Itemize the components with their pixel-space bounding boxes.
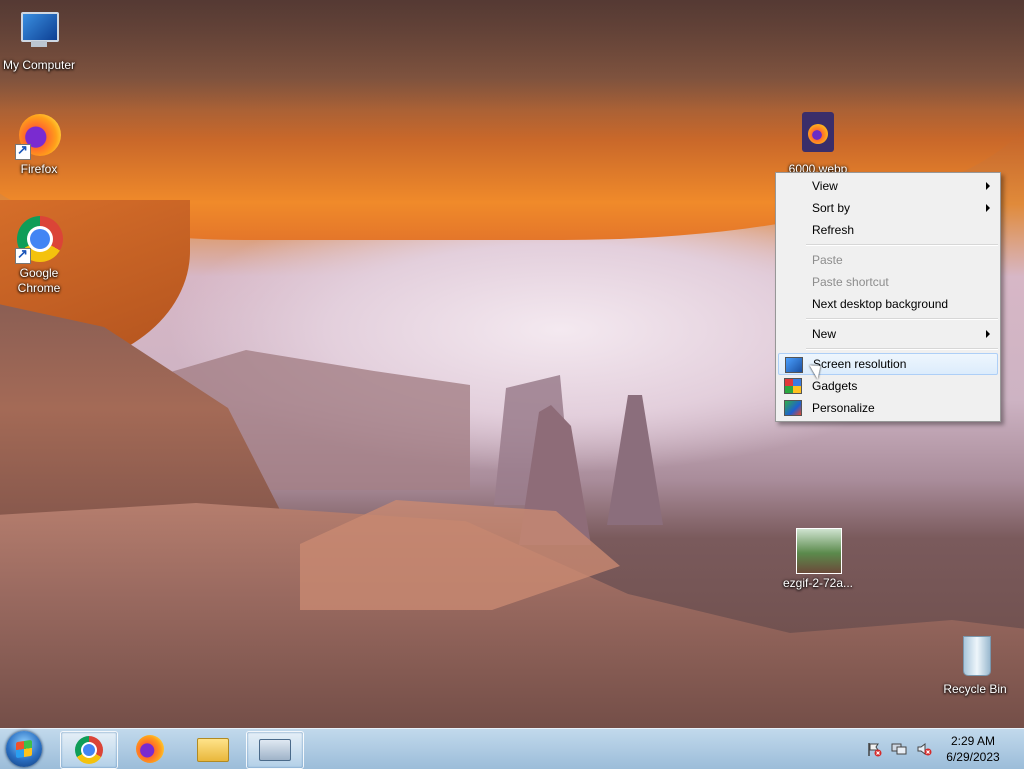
- submenu-arrow-icon: [986, 182, 990, 190]
- menu-item-paste[interactable]: Paste: [778, 249, 998, 271]
- gadgets-icon: [784, 378, 802, 394]
- chrome-icon: [75, 736, 103, 764]
- menu-separator: [806, 244, 998, 246]
- menu-separator: [806, 348, 998, 350]
- shortcut-arrow-icon: [15, 246, 31, 264]
- network-icon[interactable]: [891, 741, 907, 757]
- shortcut-arrow-icon: [15, 142, 31, 160]
- firefox-icon: [136, 735, 164, 763]
- taskbar-chrome-button[interactable]: [60, 731, 118, 769]
- taskbar-firefox-button[interactable]: [122, 731, 178, 767]
- menu-item-new[interactable]: New: [778, 323, 998, 345]
- taskbar-on-screen-keyboard-button[interactable]: [246, 731, 304, 769]
- webp-file-icon: [794, 112, 842, 160]
- menu-item-label: Gadgets: [812, 379, 858, 393]
- menu-item-sort-by[interactable]: Sort by: [778, 197, 998, 219]
- recycle-bin-icon: [951, 632, 999, 680]
- menu-item-refresh[interactable]: Refresh: [778, 219, 998, 241]
- display-icon: [785, 357, 803, 373]
- menu-item-paste-shortcut[interactable]: Paste shortcut: [778, 271, 998, 293]
- taskbar: 2:29 AM 6/29/2023: [0, 728, 1024, 769]
- action-center-flag-icon[interactable]: [866, 741, 882, 757]
- menu-item-label: Paste: [812, 253, 843, 267]
- wallpaper-butte: [607, 395, 663, 525]
- desktop-icon-my-computer[interactable]: My Computer: [0, 8, 79, 73]
- menu-item-label: Next desktop background: [812, 297, 949, 311]
- desktop-icon-label: Google Chrome: [17, 266, 61, 295]
- desktop-wallpaper[interactable]: My Computer Firefox Google Chrome 6000.w…: [0, 0, 1024, 728]
- menu-item-label: Sort by: [812, 201, 851, 215]
- clock-time: 2:29 AM: [950, 734, 996, 748]
- desktop-icon-google-chrome[interactable]: Google Chrome: [0, 216, 79, 296]
- desktop-icon-webp-file[interactable]: 6000.webp: [778, 112, 858, 177]
- desktop-icon-firefox[interactable]: Firefox: [0, 112, 79, 177]
- submenu-arrow-icon: [986, 330, 990, 338]
- folder-icon: [197, 738, 229, 762]
- desktop-icon-recycle-bin[interactable]: Recycle Bin: [935, 632, 1015, 697]
- desktop-icon-label: ezgif-2-72a...: [782, 576, 854, 590]
- menu-item-label: Screen resolution: [813, 357, 907, 371]
- menu-item-next-desktop-background[interactable]: Next desktop background: [778, 293, 998, 315]
- menu-item-label: Refresh: [812, 223, 855, 237]
- taskbar-clock[interactable]: 2:29 AM 6/29/2023: [930, 733, 1016, 765]
- submenu-arrow-icon: [986, 204, 990, 212]
- menu-item-label: Personalize: [812, 401, 875, 415]
- desktop-icon-gif-file[interactable]: ezgif-2-72a...: [778, 526, 858, 591]
- menu-item-label: View: [812, 179, 838, 193]
- firefox-icon: [15, 112, 63, 160]
- menu-item-view[interactable]: View: [778, 175, 998, 197]
- wallpaper-arch-shade: [0, 0, 1024, 110]
- menu-item-label: New: [812, 327, 837, 341]
- windows-logo-icon: [16, 739, 32, 759]
- keyboard-icon: [259, 739, 291, 761]
- desktop-icon-label: My Computer: [2, 58, 76, 72]
- image-thumbnail-icon: [794, 526, 842, 574]
- menu-separator: [806, 318, 998, 320]
- menu-item-gadgets[interactable]: Gadgets: [778, 375, 998, 397]
- clock-date: 6/29/2023: [946, 750, 1000, 764]
- computer-icon: [15, 8, 63, 56]
- desktop-icon-label: Recycle Bin: [943, 682, 1007, 696]
- menu-item-personalize[interactable]: Personalize: [778, 397, 998, 419]
- chrome-icon: [15, 216, 63, 264]
- personalize-icon: [784, 400, 802, 416]
- start-button[interactable]: [6, 731, 42, 767]
- desktop-context-menu: View Sort by Refresh Paste Paste shortcu…: [775, 172, 1001, 422]
- desktop-icon-label: Firefox: [20, 162, 58, 176]
- taskbar-explorer-button[interactable]: [185, 731, 241, 767]
- menu-item-label: Paste shortcut: [812, 275, 889, 289]
